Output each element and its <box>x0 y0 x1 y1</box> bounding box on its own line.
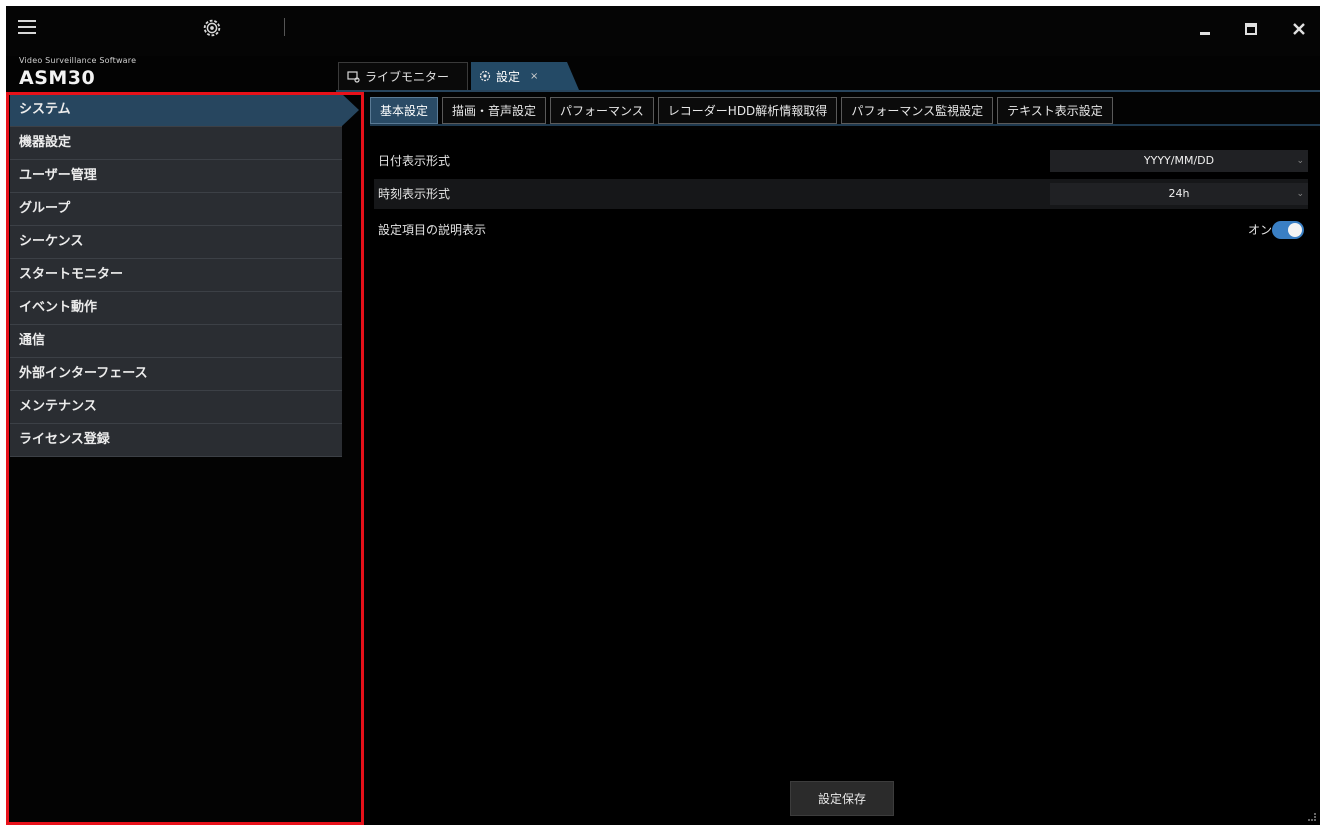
sub-tab-bar: 基本設定 描画・音声設定 パフォーマンス レコーダーHDD解析情報取得 パフォー… <box>370 97 1113 124</box>
app-logo: ASM30 <box>19 67 96 89</box>
sidebar-item-external-interface[interactable]: 外部インターフェース <box>10 358 342 391</box>
sidebar-item-device-settings[interactable]: 機器設定 <box>10 127 342 160</box>
help-display-label: 設定項目の説明表示 <box>378 223 487 237</box>
app-subtitle: Video Surveillance Software <box>19 56 137 65</box>
time-format-row: 時刻表示形式 24h ⌄ <box>374 179 1308 209</box>
subtab-performance-monitoring[interactable]: パフォーマンス監視設定 <box>841 97 994 124</box>
menu-icon[interactable] <box>18 20 36 34</box>
subtab-text-display[interactable]: テキスト表示設定 <box>997 97 1113 124</box>
help-display-toggle[interactable] <box>1272 221 1304 239</box>
sidebar-item-group[interactable]: グループ <box>10 193 342 226</box>
sidebar-item-system[interactable]: システム <box>10 94 359 127</box>
save-settings-button[interactable]: 設定保存 <box>790 781 894 816</box>
time-format-value: 24h <box>1168 187 1190 200</box>
gear-icon <box>479 70 491 82</box>
gear-icon[interactable] <box>201 17 223 39</box>
sidebar-item-license-registration[interactable]: ライセンス登録 <box>10 424 342 457</box>
sidebar-item-sequence[interactable]: シーケンス <box>10 226 342 259</box>
sidebar-item-maintenance[interactable]: メンテナンス <box>10 391 342 424</box>
sidebar-item-user-management[interactable]: ユーザー管理 <box>10 160 342 193</box>
date-format-row: 日付表示形式 YYYY/MM/DD ⌄ <box>374 146 1308 176</box>
subtab-basic-settings[interactable]: 基本設定 <box>370 97 439 124</box>
title-divider <box>284 18 285 36</box>
help-display-row: 設定項目の説明表示 オン <box>374 215 1308 245</box>
help-display-state: オン <box>1247 223 1272 237</box>
monitor-icon <box>347 70 360 83</box>
sidebar-item-start-monitor[interactable]: スタートモニター <box>10 259 342 292</box>
sidebar-item-event-action[interactable]: イベント動作 <box>10 292 342 325</box>
date-format-label: 日付表示形式 <box>378 154 451 168</box>
tab-bar-line <box>336 90 1320 92</box>
tab-live-monitor[interactable]: ライブモニター <box>338 62 468 90</box>
sub-tab-underline <box>370 124 1320 126</box>
tab-close-icon[interactable]: × <box>530 71 538 82</box>
minimize-icon[interactable] <box>1194 18 1216 40</box>
sidebar-item-communication[interactable]: 通信 <box>10 325 342 358</box>
app-window: Video Surveillance Software ASM30 ライブモニタ… <box>6 6 1320 825</box>
tab-settings[interactable]: 設定 × <box>471 62 579 90</box>
tab-live-monitor-label: ライブモニター <box>365 70 450 84</box>
subtab-performance[interactable]: パフォーマンス <box>550 97 654 124</box>
tab-settings-label: 設定 <box>496 69 521 84</box>
time-format-select[interactable]: 24h ⌄ <box>1050 183 1308 205</box>
date-format-select[interactable]: YYYY/MM/DD ⌄ <box>1050 150 1308 172</box>
date-format-value: YYYY/MM/DD <box>1143 154 1215 167</box>
maximize-icon[interactable] <box>1240 18 1262 40</box>
title-bar <box>6 6 1320 56</box>
subtab-rendering-audio[interactable]: 描画・音声設定 <box>442 97 547 124</box>
toggle-knob <box>1288 223 1302 237</box>
close-icon[interactable] <box>1288 18 1310 40</box>
settings-panel: 日付表示形式 YYYY/MM/DD ⌄ 時刻表示形式 24h ⌄ 設定項目の説明… <box>370 130 1320 825</box>
chevron-down-icon: ⌄ <box>1296 189 1304 199</box>
settings-sidebar: システム 機器設定 ユーザー管理 グループ シーケンス スタートモニター イベン… <box>10 94 359 457</box>
chevron-down-icon: ⌄ <box>1296 156 1304 166</box>
subtab-recorder-hdd[interactable]: レコーダーHDD解析情報取得 <box>657 97 838 124</box>
time-format-label: 時刻表示形式 <box>378 187 451 201</box>
resize-grip-icon[interactable] <box>1308 813 1316 821</box>
